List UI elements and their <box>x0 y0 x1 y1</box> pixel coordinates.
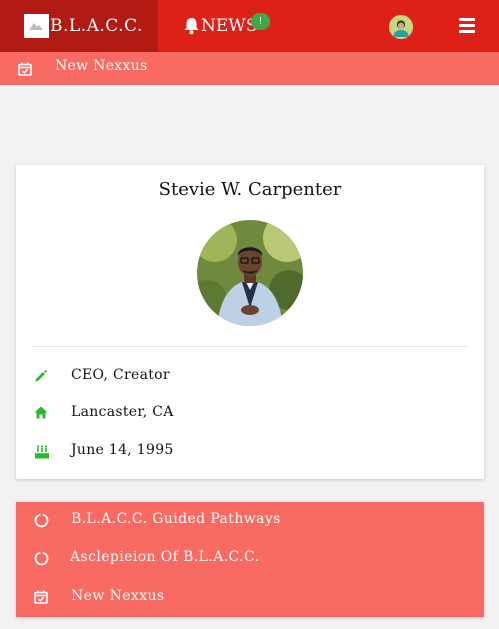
news-link[interactable]: NEWS ! <box>183 0 270 52</box>
card-divider <box>32 346 468 347</box>
profile-card: Stevie W. Carpenter CEO, Creator Lancast… <box>16 165 484 479</box>
links-panel: B.L.A.C.C. Guided Pathways Asclepieion O… <box>16 502 484 617</box>
link-asclepieion[interactable]: Asclepieion Of B.L.A.C.C. <box>16 543 484 573</box>
birthday-row: June 14, 1995 <box>16 440 484 464</box>
brand-name: B.L.A.C.C. <box>50 16 143 36</box>
location-row: Lancaster, CA <box>16 402 484 426</box>
link-guided-pathways[interactable]: B.L.A.C.C. Guided Pathways <box>16 505 484 535</box>
profile-photo <box>197 220 303 326</box>
location-text: Lancaster, CA <box>71 404 174 420</box>
birthday-text: June 14, 1995 <box>71 442 174 458</box>
subnav-bar[interactable]: New Nexxus <box>0 52 499 85</box>
news-label: NEWS <box>201 16 258 36</box>
subnav-label: New Nexxus <box>55 58 148 74</box>
profile-name: Stevie W. Carpenter <box>158 179 342 200</box>
role-text: CEO, Creator <box>71 367 170 383</box>
birthday-cake-icon <box>34 445 50 459</box>
link-label: New Nexxus <box>71 588 165 604</box>
link-label: B.L.A.C.C. Guided Pathways <box>71 511 281 527</box>
news-badge: ! <box>251 13 270 30</box>
bell-icon <box>184 18 199 35</box>
hamburger-menu-icon[interactable] <box>459 18 475 33</box>
brand-logo-icon <box>24 14 49 38</box>
home-icon <box>34 406 48 419</box>
circle-notch-icon <box>34 513 49 528</box>
user-avatar[interactable] <box>389 15 413 39</box>
top-navbar: B.L.A.C.C. NEWS ! <box>0 0 499 52</box>
role-row: CEO, Creator <box>16 365 484 389</box>
circle-notch-icon <box>34 551 49 566</box>
brand-link[interactable]: B.L.A.C.C. <box>0 0 158 52</box>
calendar-check-icon <box>34 590 48 604</box>
link-new-nexxus[interactable]: New Nexxus <box>16 582 484 612</box>
pencil-icon <box>35 369 48 382</box>
calendar-check-icon <box>18 62 32 76</box>
link-label: Asclepieion Of B.L.A.C.C. <box>70 549 260 565</box>
